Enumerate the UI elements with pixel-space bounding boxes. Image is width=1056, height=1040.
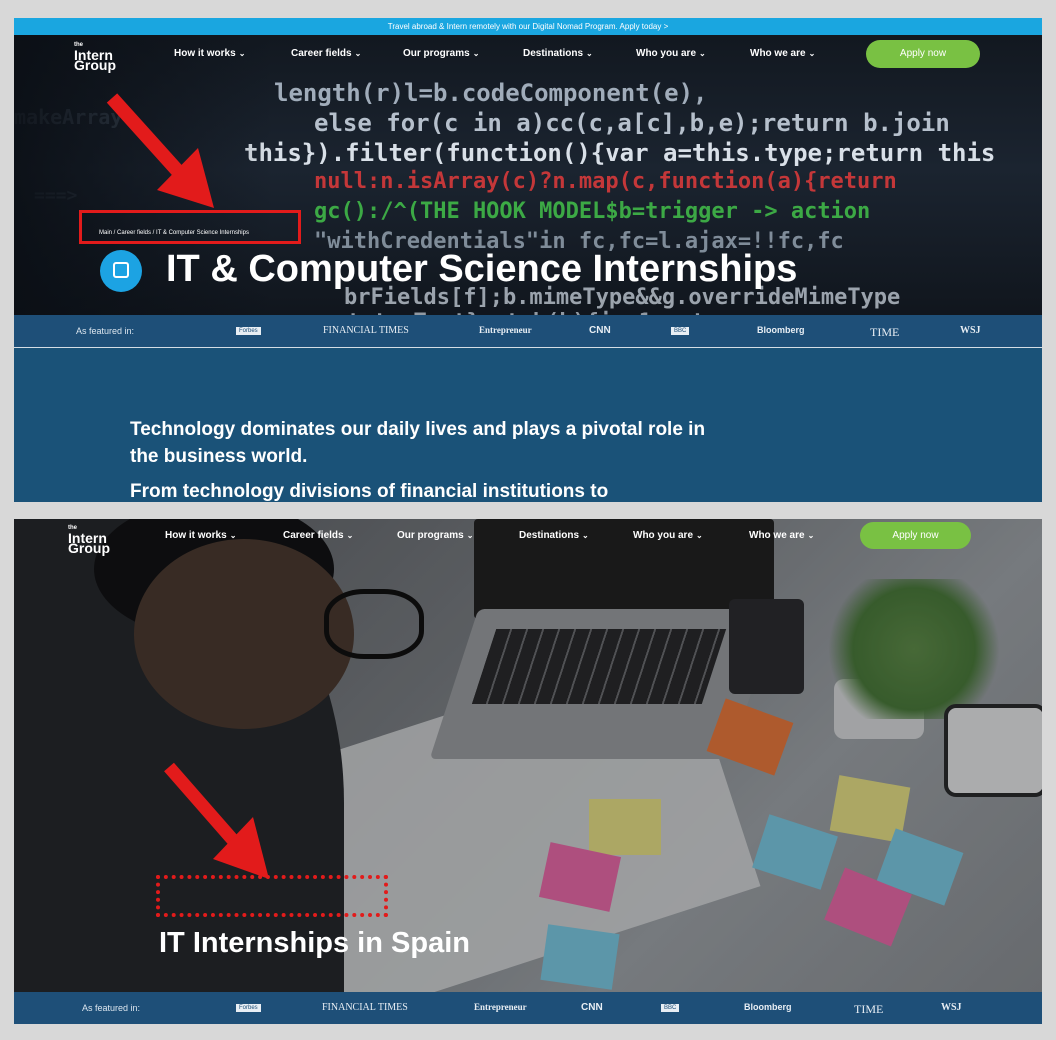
chevron-down-icon: ⌄ bbox=[696, 531, 703, 540]
screenshot-it-spain-page: the Intern Group How it works ⌄ Career fi… bbox=[14, 519, 1042, 1024]
nav-who-you-are[interactable]: Who you are ⌄ bbox=[636, 48, 706, 59]
nav-our-programs[interactable]: Our programs ⌄ bbox=[397, 530, 473, 541]
code-line: gc():/^(THE HOOK MODEL$b=trigger -> acti… bbox=[314, 199, 871, 224]
cnn-logo: CNN bbox=[589, 325, 611, 336]
chevron-down-icon: ⌄ bbox=[582, 531, 589, 540]
chevron-down-icon: ⌄ bbox=[808, 49, 816, 58]
financial-times-logo: FINANCIAL TIMES bbox=[323, 325, 409, 336]
chevron-down-icon: ⌄ bbox=[346, 531, 354, 540]
code-line: else for(c in a)cc(c,a[c],b,e);return b.… bbox=[314, 109, 950, 137]
time-logo: TIME bbox=[854, 1002, 884, 1016]
site-logo[interactable]: the Intern Group bbox=[68, 523, 126, 555]
computer-icon bbox=[100, 250, 142, 292]
featured-label: As featured in: bbox=[82, 1003, 141, 1013]
screenshot-it-cs-page: Travel abroad & Intern remotely with our… bbox=[14, 18, 1042, 502]
nav-how-it-works[interactable]: How it works ⌄ bbox=[174, 48, 245, 59]
nav-career-fields[interactable]: Career fields ⌄ bbox=[291, 48, 361, 59]
nav-destinations[interactable]: Destinations ⌄ bbox=[519, 530, 589, 541]
chevron-down-icon: ⌄ bbox=[586, 49, 593, 58]
financial-times-logo: FINANCIAL TIMES bbox=[322, 1002, 408, 1013]
apply-now-button[interactable]: Apply now bbox=[860, 522, 971, 549]
cnn-logo: CNN bbox=[581, 1002, 603, 1013]
nav-career-fields[interactable]: Career fields ⌄ bbox=[283, 530, 353, 541]
nav-how-it-works[interactable]: How it works ⌄ bbox=[165, 530, 236, 541]
featured-bar: As featured in: Forbes FINANCIAL TIMES E… bbox=[14, 315, 1042, 348]
chevron-down-icon: ⌄ bbox=[807, 531, 815, 540]
nav-destinations[interactable]: Destinations ⌄ bbox=[523, 48, 593, 59]
wsj-logo: WSJ bbox=[941, 1002, 962, 1013]
page-title: IT & Computer Science Internships bbox=[166, 248, 798, 290]
main-nav: the Intern Group How it works ⌄ Career fi… bbox=[14, 35, 1042, 72]
chevron-down-icon: ⌄ bbox=[229, 531, 237, 540]
chevron-down-icon: ⌄ bbox=[699, 49, 706, 58]
entrepreneur-logo: Entrepreneur bbox=[474, 1002, 527, 1012]
code-line: null:n.isArray(c)?n.map(c,function(a){re… bbox=[314, 169, 897, 194]
red-arrow-annotation bbox=[164, 762, 269, 879]
nav-who-we-are[interactable]: Who we are ⌄ bbox=[750, 48, 815, 59]
code-line: length(r)l=b.codeComponent(e), bbox=[274, 79, 708, 107]
featured-bar: As featured in: Forbes FINANCIAL TIMES E… bbox=[14, 992, 1042, 1024]
page-title: IT Internships in Spain bbox=[159, 927, 470, 959]
forbes-logo: Forbes bbox=[236, 327, 261, 335]
chevron-down-icon: ⌄ bbox=[354, 49, 362, 58]
code-line: this}).filter(function(){var a=this.type… bbox=[244, 139, 996, 167]
wsj-logo: WSJ bbox=[960, 325, 981, 336]
breadcrumb[interactable]: Main / Career fields / IT & Computer Sci… bbox=[99, 230, 249, 236]
breadcrumb-highlight bbox=[79, 210, 301, 244]
chevron-down-icon: ⌄ bbox=[472, 49, 480, 58]
bbc-logo: BBC bbox=[671, 327, 690, 335]
missing-breadcrumb-highlight bbox=[156, 875, 388, 917]
bbc-logo: BBC bbox=[661, 1004, 680, 1012]
bloomberg-logo: Bloomberg bbox=[744, 1002, 792, 1012]
entrepreneur-logo: Entrepreneur bbox=[479, 325, 532, 335]
apply-now-button[interactable]: Apply now bbox=[866, 40, 980, 68]
featured-label: As featured in: bbox=[76, 326, 135, 336]
hero-photo bbox=[14, 519, 1042, 1024]
site-logo[interactable]: the Intern Group bbox=[74, 40, 132, 72]
chevron-down-icon: ⌄ bbox=[238, 49, 246, 58]
main-nav: the Intern Group How it works ⌄ Career fi… bbox=[14, 519, 1042, 555]
time-logo: TIME bbox=[870, 325, 900, 339]
promo-banner[interactable]: Travel abroad & Intern remotely with our… bbox=[14, 18, 1042, 35]
intro-content: Technology dominates our daily lives and… bbox=[130, 416, 720, 502]
intro-paragraph: From technology divisions of financial i… bbox=[130, 481, 609, 502]
bloomberg-logo: Bloomberg bbox=[757, 325, 805, 335]
nav-our-programs[interactable]: Our programs ⌄ bbox=[403, 48, 479, 59]
nav-who-you-are[interactable]: Who you are ⌄ bbox=[633, 530, 703, 541]
chevron-down-icon: ⌄ bbox=[466, 531, 474, 540]
nav-who-we-are[interactable]: Who we are ⌄ bbox=[749, 530, 814, 541]
intro-paragraph: Technology dominates our daily lives and… bbox=[130, 419, 706, 467]
red-arrow-annotation bbox=[106, 93, 214, 208]
forbes-logo: Forbes bbox=[236, 1004, 261, 1012]
